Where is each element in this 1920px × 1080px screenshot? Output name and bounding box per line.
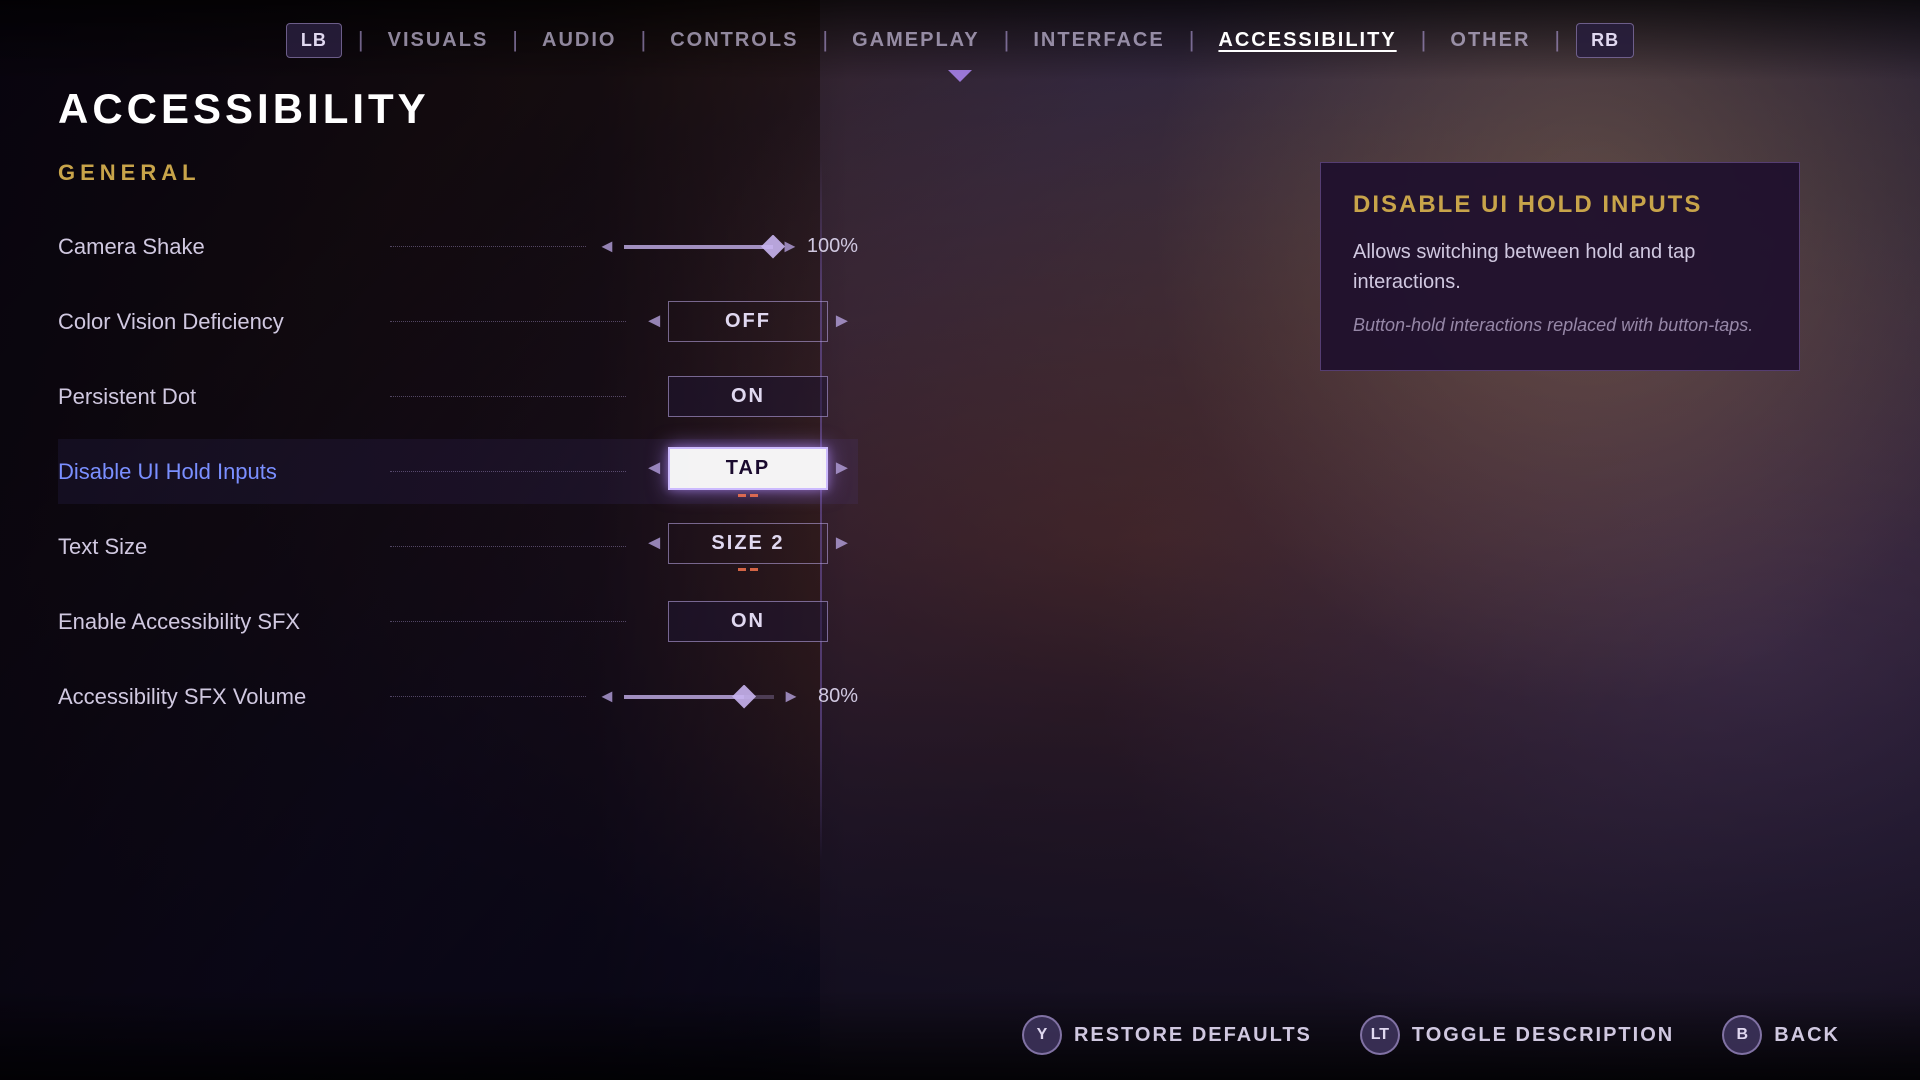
toggle-box-accessibility-sfx[interactable]: ON: [668, 601, 828, 642]
nav-item-gameplay[interactable]: GAMEPLAY: [844, 25, 988, 56]
description-note: Button-hold interactions replaced with b…: [1353, 313, 1767, 338]
toggle-right-arrow-text-size[interactable]: ►: [832, 532, 852, 555]
toggle-description-label: TOGGLE DESCRIPTION: [1412, 1024, 1674, 1047]
setting-dots-text-size: [390, 546, 626, 547]
toggle-text-size[interactable]: ◄ SIZE 2 ►: [638, 523, 858, 564]
nav-sep-4: |: [822, 27, 828, 53]
setting-dots-color-vision: [390, 321, 626, 322]
restore-defaults-label: RESTORE DEFAULTS: [1074, 1024, 1312, 1047]
setting-dots-disable-ui-hold: [390, 471, 626, 472]
toggle-color-vision[interactable]: ◄ OFF ►: [638, 301, 858, 342]
toggle-left-arrow-text-size[interactable]: ◄: [644, 532, 664, 555]
slider-value-camera-shake: 100%: [807, 235, 858, 258]
lb-button[interactable]: LB: [286, 23, 342, 58]
nav-item-interface[interactable]: INTERFACE: [1025, 25, 1172, 56]
description-title: DISABLE UI HOLD INPUTS: [1353, 191, 1767, 219]
toggle-disable-ui-hold[interactable]: ◄ TAP ►: [638, 447, 858, 490]
toggle-box-disable-ui-hold[interactable]: TAP: [668, 447, 828, 490]
nav-item-audio[interactable]: AUDIO: [534, 25, 624, 56]
b-button: B: [1722, 1015, 1762, 1055]
page-title: ACCESSIBILITY: [58, 85, 430, 133]
setting-row-sfx-volume[interactable]: Accessibility SFX Volume ◄ ► 80%: [58, 664, 858, 729]
slider-thumb-sfx-volume: [732, 685, 756, 709]
settings-panel: GENERAL Camera Shake ◄ ► 100% Color Visi…: [58, 160, 858, 739]
indicator-dots-text-size: [738, 568, 758, 571]
nav-sep-1: |: [358, 27, 364, 53]
nav-item-accessibility[interactable]: ACCESSIBILITY: [1210, 25, 1404, 56]
setting-row-text-size[interactable]: Text Size ◄ SIZE 2 ►: [58, 514, 858, 579]
setting-row-color-vision[interactable]: Color Vision Deficiency ◄ OFF ►: [58, 289, 858, 354]
dot-ts-1: [738, 568, 746, 571]
slider-fill-camera-shake: [624, 245, 773, 249]
action-back[interactable]: B BACK: [1722, 1015, 1840, 1055]
slider-camera-shake[interactable]: ◄ ► 100%: [598, 235, 858, 258]
toggle-accessibility-sfx[interactable]: ON: [638, 601, 858, 642]
slider-track-camera-shake: [624, 245, 773, 249]
slider-fill-sfx-volume: [624, 695, 744, 699]
setting-dots-persistent-dot: [390, 396, 626, 397]
setting-row-accessibility-sfx[interactable]: Enable Accessibility SFX ON: [58, 589, 858, 654]
action-restore-defaults[interactable]: Y RESTORE DEFAULTS: [1022, 1015, 1312, 1055]
toggle-box-persistent-dot[interactable]: ON: [668, 376, 828, 417]
nav-item-visuals[interactable]: VISUALS: [380, 25, 497, 56]
setting-name-text-size: Text Size: [58, 534, 378, 560]
toggle-right-arrow-color-vision[interactable]: ►: [832, 310, 852, 333]
dot-2: [750, 494, 758, 497]
bottom-bar: Y RESTORE DEFAULTS LT TOGGLE DESCRIPTION…: [0, 990, 1920, 1080]
nav-active-indicator: [948, 70, 972, 82]
nav-sep-7: |: [1421, 27, 1427, 53]
nav-sep-5: |: [1004, 27, 1010, 53]
nav-item-controls[interactable]: CONTROLS: [662, 25, 806, 56]
nav-sep-3: |: [640, 27, 646, 53]
nav-sep-8: |: [1554, 27, 1560, 53]
toggle-left-arrow-color-vision[interactable]: ◄: [644, 310, 664, 333]
toggle-box-text-size[interactable]: SIZE 2: [668, 523, 828, 564]
toggle-right-arrow-disable-ui-hold[interactable]: ►: [832, 457, 852, 480]
y-button: Y: [1022, 1015, 1062, 1055]
setting-name-sfx-volume: Accessibility SFX Volume: [58, 684, 378, 710]
dot-1: [738, 494, 746, 497]
slider-left-arrow-sfx-volume[interactable]: ◄: [598, 686, 616, 707]
action-toggle-description[interactable]: LT TOGGLE DESCRIPTION: [1360, 1015, 1674, 1055]
back-label: BACK: [1774, 1024, 1840, 1047]
description-box: DISABLE UI HOLD INPUTS Allows switching …: [1320, 162, 1800, 371]
nav-item-other[interactable]: OTHER: [1442, 25, 1538, 56]
setting-row-persistent-dot[interactable]: Persistent Dot ON: [58, 364, 858, 429]
indicator-dots: [738, 494, 758, 497]
toggle-left-arrow-disable-ui-hold[interactable]: ◄: [644, 457, 664, 480]
slider-sfx-volume[interactable]: ◄ ► 80%: [598, 685, 858, 708]
slider-track-sfx-volume: [624, 695, 774, 699]
rb-button[interactable]: RB: [1576, 23, 1634, 58]
setting-dots-camera-shake: [390, 246, 586, 247]
nav-sep-6: |: [1189, 27, 1195, 53]
dot-ts-2: [750, 568, 758, 571]
setting-row-camera-shake[interactable]: Camera Shake ◄ ► 100%: [58, 214, 858, 279]
setting-row-disable-ui-hold[interactable]: Disable UI Hold Inputs ◄ TAP ►: [58, 439, 858, 504]
top-nav: LB | VISUALS | AUDIO | CONTROLS | GAMEPL…: [0, 0, 1920, 80]
setting-name-persistent-dot: Persistent Dot: [58, 384, 378, 410]
nav-sep-2: |: [512, 27, 518, 53]
lt-button: LT: [1360, 1015, 1400, 1055]
slider-left-arrow-camera-shake[interactable]: ◄: [598, 236, 616, 257]
toggle-box-color-vision[interactable]: OFF: [668, 301, 828, 342]
setting-name-camera-shake: Camera Shake: [58, 234, 378, 260]
description-text: Allows switching between hold and tap in…: [1353, 237, 1767, 297]
setting-name-color-vision: Color Vision Deficiency: [58, 309, 378, 335]
slider-value-sfx-volume: 80%: [808, 685, 858, 708]
section-label-general: GENERAL: [58, 160, 858, 186]
setting-dots-sfx-volume: [390, 696, 586, 697]
slider-right-arrow-sfx-volume[interactable]: ►: [782, 686, 800, 707]
setting-dots-accessibility-sfx: [390, 621, 626, 622]
setting-name-disable-ui-hold: Disable UI Hold Inputs: [58, 459, 378, 485]
setting-name-accessibility-sfx: Enable Accessibility SFX: [58, 609, 378, 635]
toggle-persistent-dot[interactable]: ON: [638, 376, 858, 417]
